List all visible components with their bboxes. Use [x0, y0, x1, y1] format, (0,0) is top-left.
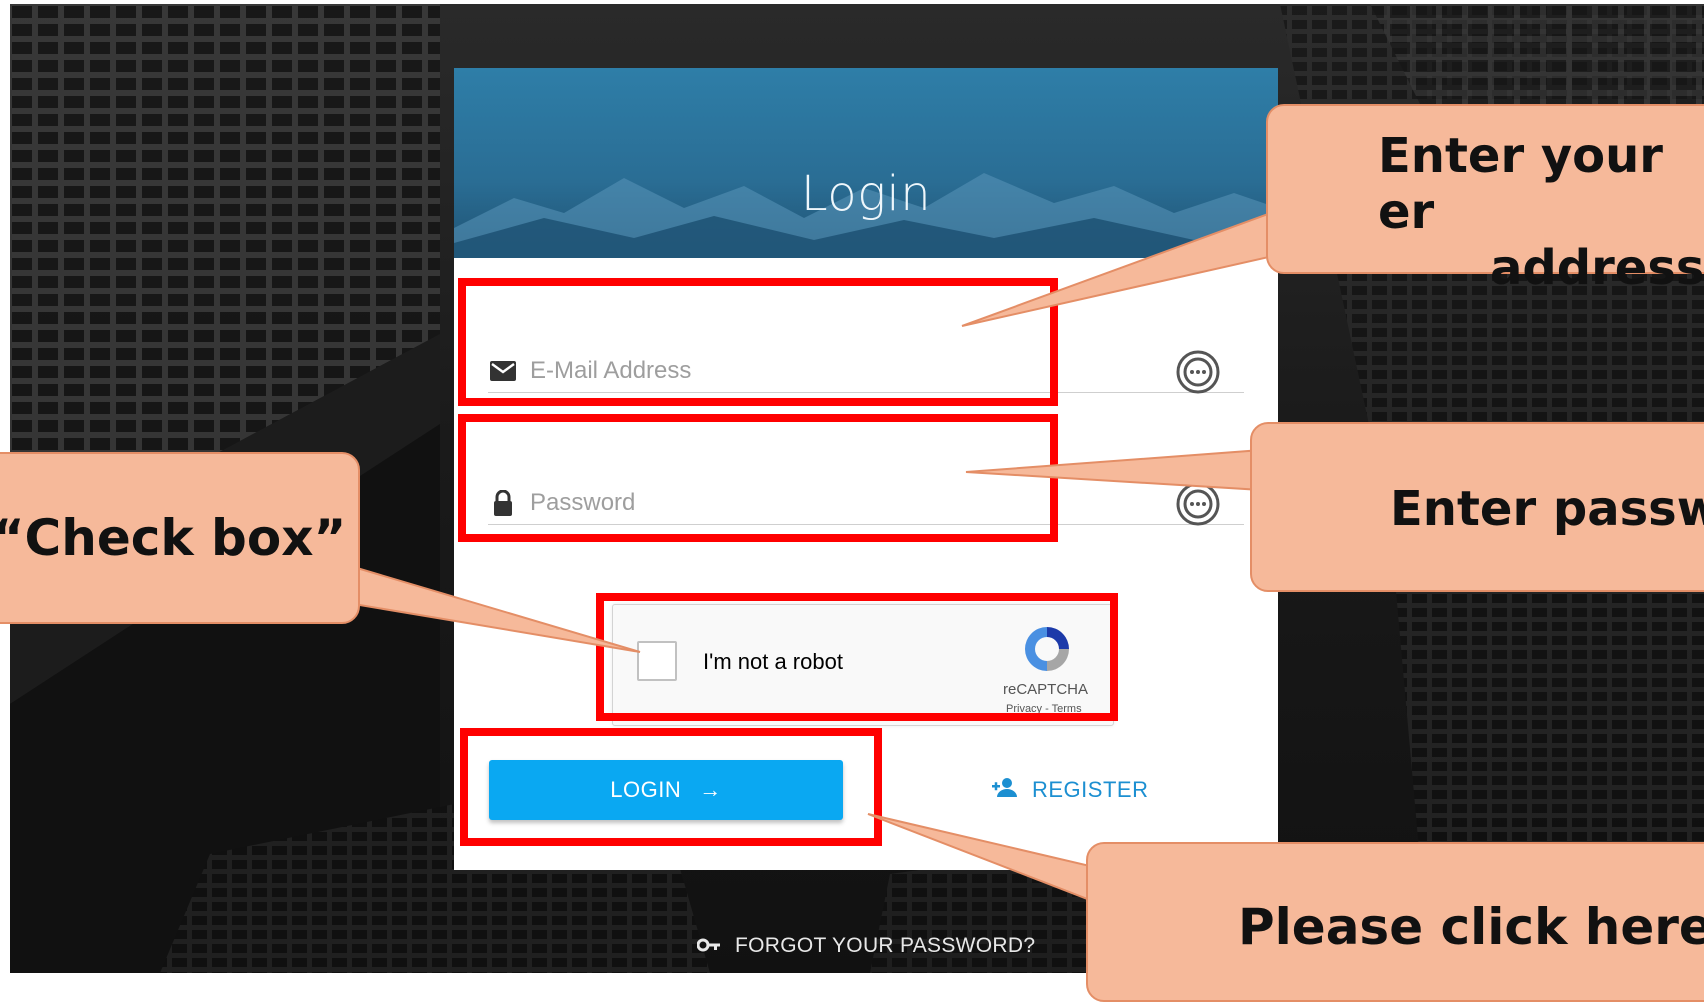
- password-manager-icon[interactable]: [1176, 350, 1220, 394]
- key-icon: [696, 934, 721, 958]
- email-highlight-box: [458, 278, 1058, 406]
- password-highlight-box: [458, 414, 1058, 542]
- add-person-icon: [992, 777, 1018, 803]
- register-link[interactable]: REGISTER: [992, 774, 1148, 806]
- email-callout-line2: address: [1490, 240, 1704, 296]
- password-callout: Enter passw: [1250, 422, 1704, 592]
- email-callout-line1: Enter your er: [1378, 128, 1663, 240]
- checkbox-callout-text: “Check box”: [0, 509, 347, 567]
- login-callout-text: Please click here: [1238, 898, 1704, 956]
- password-callout-text: Enter passw: [1390, 481, 1704, 537]
- forgot-password-label: FORGOT YOUR PASSWORD?: [735, 934, 1036, 957]
- checkbox-callout: “Check box”: [0, 452, 360, 624]
- login-card-header: Login: [454, 68, 1278, 258]
- register-label: REGISTER: [1032, 777, 1149, 802]
- forgot-password-link[interactable]: FORGOT YOUR PASSWORD?: [696, 934, 1036, 958]
- login-title: Login: [800, 166, 932, 222]
- login-highlight-box: [460, 728, 882, 846]
- email-callout: Enter your er address: [1266, 104, 1704, 296]
- login-callout: Please click here: [1086, 842, 1704, 1002]
- recaptcha-highlight-box: [596, 593, 1118, 721]
- password-manager-icon[interactable]: [1176, 482, 1220, 526]
